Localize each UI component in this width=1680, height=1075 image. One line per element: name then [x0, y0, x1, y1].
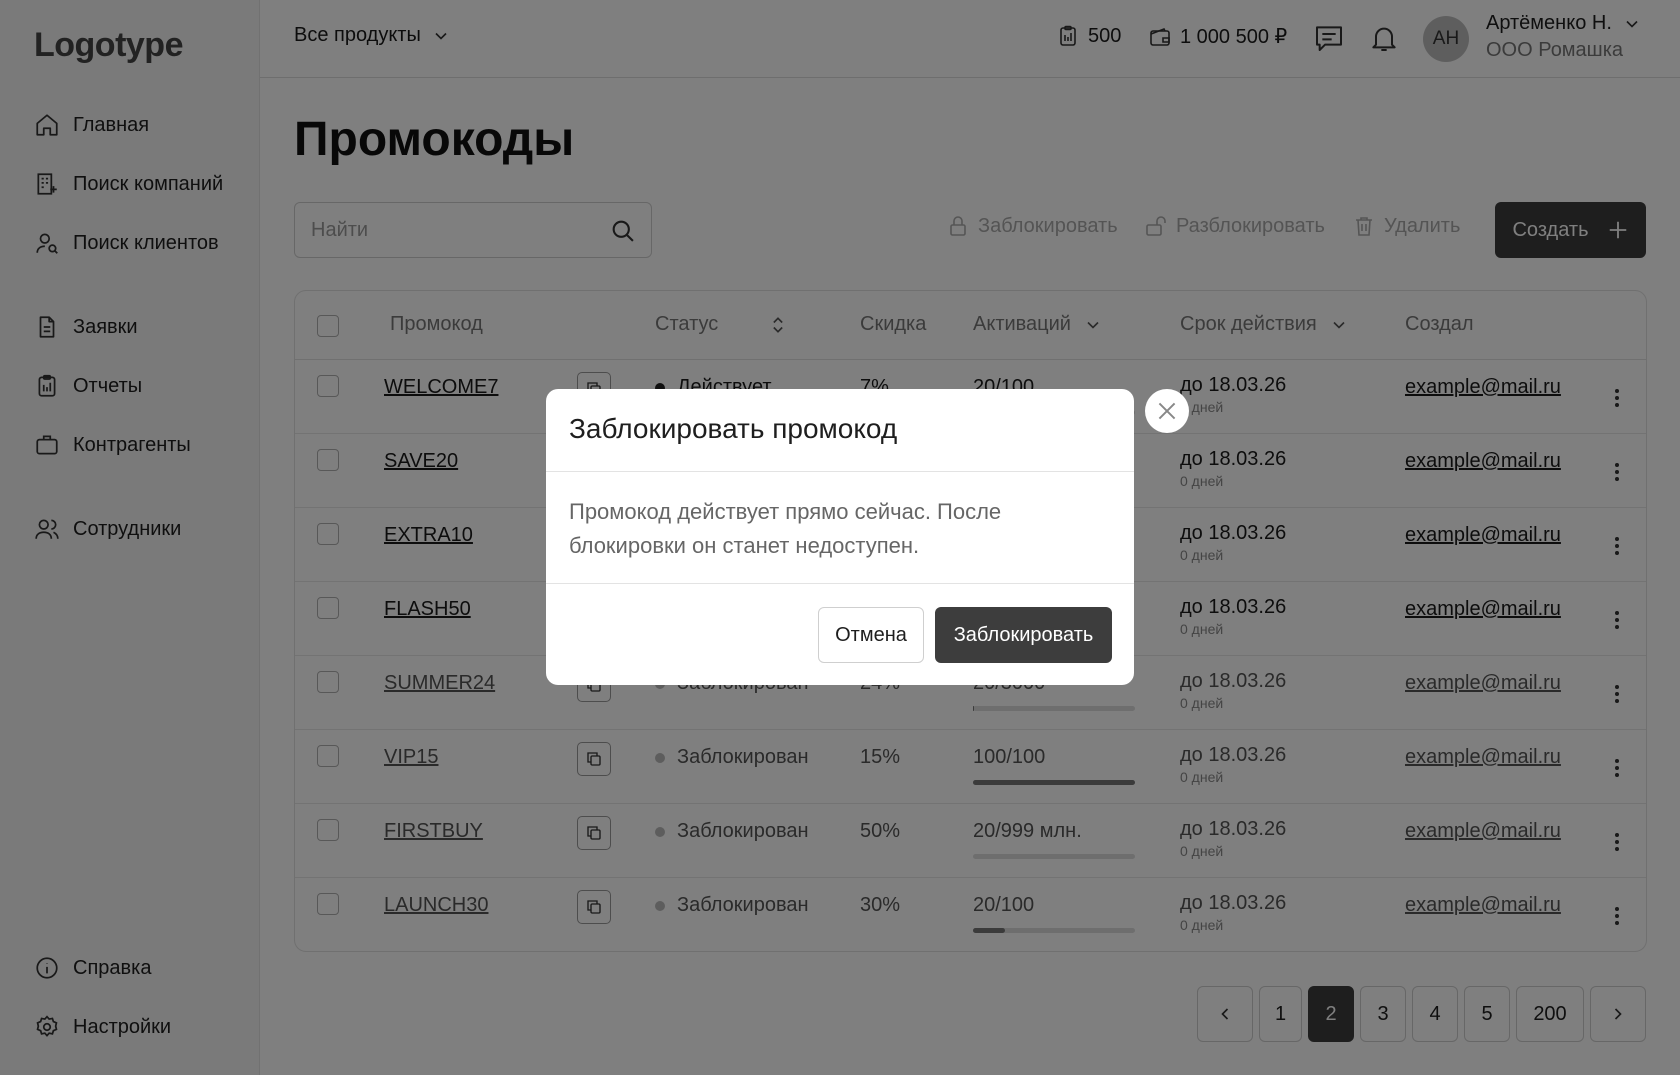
dialog-message: Промокод действует прямо сейчас. После б… — [569, 499, 1002, 558]
confirm-block-button[interactable]: Заблокировать — [935, 607, 1112, 663]
cancel-button[interactable]: Отмена — [818, 607, 924, 663]
dialog-title: Заблокировать промокод — [569, 413, 898, 444]
close-icon — [1158, 402, 1176, 420]
divider — [546, 583, 1134, 584]
close-dialog-button[interactable] — [1145, 389, 1189, 433]
divider — [546, 471, 1134, 472]
block-promocode-dialog: Заблокировать промокод Промокод действуе… — [546, 389, 1134, 685]
